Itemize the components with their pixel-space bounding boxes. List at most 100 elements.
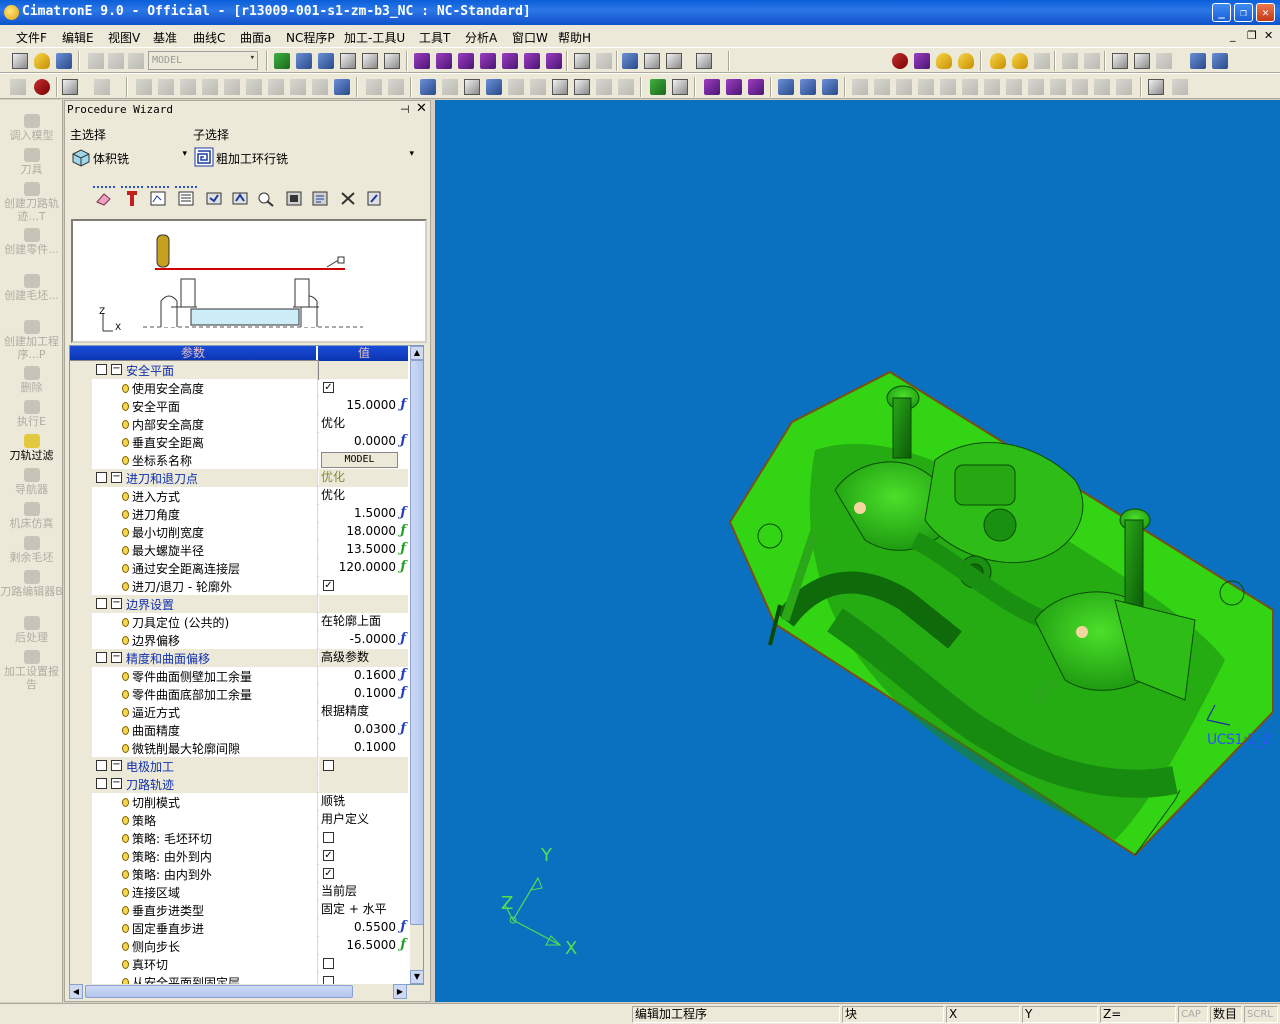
scroll-right-button[interactable]: ▶ [393, 984, 407, 999]
parameter-row[interactable]: 侧向步长 16.5000 ƒ [70, 937, 408, 955]
param-value-cell[interactable]: 16.5000 ƒ [319, 937, 408, 955]
tool-l-icon[interactable] [420, 79, 436, 95]
tool-u-icon[interactable] [726, 79, 742, 95]
model-combo[interactable]: MODEL ▾ [148, 51, 258, 70]
tool-m-icon[interactable] [442, 79, 458, 95]
tool-b-icon[interactable] [158, 79, 174, 95]
menu-curve[interactable]: 曲线C [193, 29, 225, 46]
view-right-icon[interactable] [480, 53, 496, 69]
axis-b-icon[interactable] [800, 79, 816, 95]
menu-datum[interactable]: 基准 [153, 29, 177, 46]
sidebar-item-post-process[interactable]: 后处理 [0, 616, 63, 644]
formula-icon[interactable]: ƒ [400, 504, 406, 521]
category-row[interactable]: − 进刀和退刀点 优化 [70, 469, 408, 487]
h-scroll-thumb[interactable] [85, 985, 353, 998]
graphics-viewport[interactable]: UCS1:1_2 Y X Z [435, 100, 1280, 1002]
menu-tools[interactable]: 工具T [419, 29, 450, 46]
copy-icon[interactable] [1190, 53, 1206, 69]
param-value-cell[interactable]: ✓ [319, 847, 408, 865]
check-icon[interactable] [650, 79, 666, 95]
param-value-cell[interactable]: 0.0000 ƒ [319, 433, 408, 451]
tool-f-icon[interactable] [246, 79, 262, 95]
save-calc-icon[interactable] [231, 190, 249, 207]
parameter-row[interactable]: 垂直安全距离 0.0000 ƒ [70, 433, 408, 451]
mdi-close-button[interactable]: ✕ [1264, 29, 1273, 42]
param-value-cell[interactable] [319, 955, 408, 973]
save-procedure-icon[interactable] [205, 190, 223, 207]
exit-wizard-icon[interactable] [365, 190, 383, 207]
table-icon[interactable] [464, 79, 480, 95]
parameters-icon[interactable] [175, 186, 197, 207]
parameter-row[interactable]: 进刀角度 1.5000 ƒ [70, 505, 408, 523]
param-value-cell[interactable]: 120.0000 ƒ [319, 559, 408, 577]
parameter-row[interactable]: 曲面精度 0.0300 ƒ [70, 721, 408, 739]
project-icon[interactable] [1050, 79, 1066, 95]
collapse-toggle-icon[interactable]: − [111, 760, 122, 771]
tool-g-icon[interactable] [268, 79, 284, 95]
formula-icon[interactable]: ƒ [400, 396, 406, 413]
main-selection-combo[interactable]: 体积铣 ▾ [69, 146, 189, 168]
cloud-icon[interactable] [108, 53, 124, 69]
parameter-row[interactable]: 真环切 [70, 955, 408, 973]
menu-window[interactable]: 窗口W [512, 29, 548, 46]
close-button[interactable]: ✕ [1256, 3, 1275, 22]
minimize-button[interactable]: _ [1212, 3, 1231, 22]
collapse-toggle-icon[interactable]: − [111, 364, 122, 375]
menu-nc-program[interactable]: NC程序P [286, 29, 335, 46]
parameter-row[interactable]: 零件曲面底部加工余量 0.1000 ƒ [70, 685, 408, 703]
view-left-icon[interactable] [546, 53, 562, 69]
measure-icon[interactable] [1134, 53, 1150, 69]
sidebar-item-setup-report[interactable]: 加工设置报告 [0, 650, 63, 691]
tool-t-icon[interactable] [704, 79, 720, 95]
view-normal-icon[interactable] [596, 53, 612, 69]
tool-v-icon[interactable] [748, 79, 764, 95]
param-value-cell[interactable]: 根据精度 [319, 703, 408, 721]
axis-c-icon[interactable] [822, 79, 838, 95]
param-value-cell[interactable]: 0.0300 ƒ [319, 721, 408, 739]
light-on-icon[interactable] [990, 53, 1006, 69]
param-value-cell[interactable]: 顺铣 [319, 793, 408, 811]
parameter-row[interactable]: 通过安全距离连接层 120.0000 ƒ [70, 559, 408, 577]
param-value-cell[interactable]: 优化 [319, 487, 408, 505]
sidebar-item-create-part[interactable]: 创建零件... [0, 228, 63, 256]
trim-icon[interactable] [940, 79, 956, 95]
param-value-cell[interactable] [319, 775, 408, 793]
new-file-icon[interactable] [12, 53, 28, 69]
parameter-row[interactable]: 进刀/退刀 - 轮廓外 ✓ [70, 577, 408, 595]
formula-icon[interactable]: ƒ [400, 630, 406, 647]
pan-icon[interactable] [362, 53, 378, 69]
parameter-row[interactable]: 策略 用户定义 [70, 811, 408, 829]
zoom-fit-icon[interactable] [274, 53, 290, 69]
checkbox[interactable] [323, 832, 334, 843]
formula-icon[interactable]: ƒ [400, 558, 406, 575]
delete-icon[interactable] [34, 79, 50, 95]
grid-horizontal-scrollbar[interactable]: ◀ ▶ [69, 984, 407, 999]
param-value-cell[interactable]: 0.1000 ƒ [319, 685, 408, 703]
param-value-cell[interactable] [319, 757, 408, 775]
param-value-cell[interactable] [319, 361, 408, 379]
param-value-cell[interactable]: 0.5500 ƒ [319, 919, 408, 937]
menu-edit[interactable]: 编辑E [62, 29, 94, 46]
tool-i-icon[interactable] [312, 79, 328, 95]
checkbox[interactable]: ✓ [323, 382, 334, 393]
view-iso-icon[interactable] [414, 53, 430, 69]
save-icon[interactable] [56, 53, 72, 69]
menu-analysis[interactable]: 分析A [465, 29, 497, 46]
chamfer-icon[interactable] [1006, 79, 1022, 95]
pick-filter-icon[interactable] [94, 79, 110, 95]
collapse-toggle-icon[interactable]: − [111, 652, 122, 663]
category-row[interactable]: − 精度和曲面偏移 高级参数 [70, 649, 408, 667]
parameter-row[interactable]: 逼近方式 根据精度 [70, 703, 408, 721]
param-value-cell[interactable]: 0.1600 ƒ [319, 667, 408, 685]
forward-arrow-icon[interactable] [1084, 53, 1100, 69]
param-value-cell[interactable]: ✓ [319, 577, 408, 595]
formula-icon[interactable]: ƒ [400, 720, 406, 737]
checkbox[interactable] [323, 760, 334, 771]
sidebar-item-machine-sim[interactable]: 机床仿真 [0, 502, 63, 530]
nc-setup-icon[interactable] [936, 53, 952, 69]
formula-icon[interactable]: ƒ [400, 540, 406, 557]
formula-icon[interactable]: ƒ [400, 918, 406, 935]
sidebar-item-create-procedure[interactable]: 创建加工程序...P [0, 320, 63, 361]
param-value-cell[interactable] [319, 829, 408, 847]
param-value-cell[interactable]: -5.0000 ƒ [319, 631, 408, 649]
